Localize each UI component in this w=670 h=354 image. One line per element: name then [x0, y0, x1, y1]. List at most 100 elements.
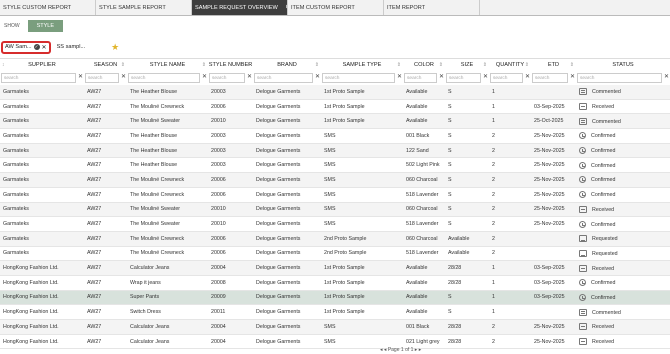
- comment-icon: [579, 117, 587, 125]
- search-input[interactable]: search: [490, 72, 523, 83]
- status-label: Confirmed: [591, 177, 616, 184]
- search-input[interactable]: search: [404, 72, 437, 83]
- star-icon[interactable]: ★: [111, 42, 119, 53]
- col-brand[interactable]: BRAND ⇕: [253, 58, 321, 71]
- clear-icon[interactable]: ✕: [78, 73, 83, 80]
- status-label: Received: [592, 324, 615, 331]
- status-label: Confirmed: [591, 148, 616, 154]
- clear-icon[interactable]: ✕: [439, 73, 444, 80]
- comment-icon: [579, 308, 587, 316]
- table-row[interactable]: Garmateks AW27 The Mouliné Crewneck 20006 De…: [0, 231, 670, 247]
- cell-size: S: [445, 128, 489, 144]
- table-row[interactable]: Garmateks AW27 The Mouliné Sweater 20010 Del…: [0, 113, 670, 130]
- col-size[interactable]: SIZE ⇕: [445, 58, 489, 71]
- cell-sample-type: 1st Proto Sample: [321, 260, 403, 276]
- inbox-icon: [579, 103, 587, 111]
- cell-status: Received: [576, 202, 670, 218]
- search-input[interactable]: search: [85, 72, 119, 83]
- cell-color: Available: [403, 304, 445, 320]
- cell-style-number: 20006: [208, 99, 253, 115]
- cell-supplier: Garmateks: [0, 143, 84, 159]
- col-supplier[interactable]: SUPPLIER ↕: [0, 58, 84, 71]
- search-input[interactable]: search: [446, 72, 481, 83]
- tab-item-report[interactable]: ITEM REPORT: [384, 0, 480, 15]
- cell-sample-type: 1st Proto Sample: [321, 304, 403, 320]
- status-label: Received: [592, 103, 615, 110]
- table-row[interactable]: Garmateks AW27 The Mouliné Crewneck 20006 De…: [0, 246, 670, 262]
- pager: ◂ ◂ Page 1 of 1 ▸ ▸: [380, 347, 421, 353]
- clear-icon[interactable]: ✕: [202, 73, 207, 80]
- clear-icon[interactable]: ✕: [315, 73, 320, 80]
- tab-item-custom-report[interactable]: ITEM CUSTOM REPORT: [288, 0, 384, 15]
- sort-icon: ⇕: [482, 61, 487, 68]
- table-row[interactable]: Garmateks AW27 The Heather Blouse 20003 Delo…: [0, 128, 670, 144]
- pager-total: of 1: [405, 347, 414, 353]
- cell-supplier: Garmateks: [0, 187, 84, 203]
- col-color[interactable]: COLOR ⇕: [403, 58, 445, 71]
- col-sample-type[interactable]: SAMPLE TYPE ⇕: [321, 58, 403, 71]
- search-input[interactable]: search: [322, 72, 395, 83]
- close-icon[interactable]: ✕: [42, 44, 47, 51]
- cell-sample-type: SMS: [321, 157, 403, 174]
- cell-style-number: 20006: [208, 172, 253, 188]
- table-row[interactable]: Garmateks AW27 The Mouliné Sweater 20010 Del…: [0, 216, 670, 232]
- table-row[interactable]: Garmateks AW27 The Heather Blouse 20003 Delo…: [0, 84, 670, 100]
- pager-next-icon[interactable]: ▸ ▸: [415, 347, 421, 353]
- table-row[interactable]: Garmateks AW27 The Mouliné Crewneck 20006 De…: [0, 187, 670, 203]
- search-input[interactable]: search: [1, 72, 76, 83]
- cell-color: 502 Light Pink: [403, 157, 445, 174]
- cell-status: Confirmed: [576, 143, 670, 159]
- saved-filter-tag-ss[interactable]: SS sampl...: [57, 44, 86, 50]
- table-row[interactable]: HongKong Fashion Ltd. AW27 Wrap it jeans 20…: [0, 275, 670, 291]
- col-style-number[interactable]: STYLE NUMBER ⇕: [208, 58, 253, 71]
- clear-icon[interactable]: ✕: [525, 73, 530, 80]
- search-input[interactable]: search: [577, 72, 662, 83]
- filter-cell: search ✕: [127, 71, 208, 85]
- tab-style-custom-report[interactable]: STYLE CUSTOM REPORT: [0, 0, 96, 15]
- cell-brand: Delogue Garments: [253, 187, 321, 203]
- clear-icon[interactable]: ✕: [397, 73, 402, 80]
- col-style-name[interactable]: STYLE NAME ⇕: [127, 58, 208, 71]
- tab-style-sample-report[interactable]: STYLE SAMPLE REPORT: [96, 0, 192, 15]
- col-etd[interactable]: ETD ⇕: [531, 58, 576, 71]
- sort-icon: ⇕: [120, 61, 125, 68]
- table-row[interactable]: HongKong Fashion Ltd. AW27 Calculator Jean…: [0, 319, 670, 335]
- pager-prev-icon[interactable]: ◂ ◂: [380, 347, 386, 353]
- filter-cell: search ✕: [0, 71, 84, 85]
- saved-filter-tag-aw[interactable]: AW Sam... ✓ ✕: [1, 40, 51, 54]
- table-row[interactable]: Garmateks AW27 The Heather Blouse 20003 Delo…: [0, 143, 670, 159]
- col-season[interactable]: SEASON ⇕: [84, 58, 127, 71]
- style-toggle-button[interactable]: STYLE: [27, 20, 63, 32]
- clear-icon[interactable]: ✕: [570, 73, 575, 80]
- cell-season: AW27: [84, 187, 127, 203]
- cell-sample-type: 1st Proto Sample: [321, 99, 403, 115]
- cell-brand: Delogue Garments: [253, 172, 321, 188]
- cell-season: AW27: [84, 157, 127, 174]
- cell-style-number: 20010: [208, 113, 253, 130]
- clear-icon[interactable]: ✕: [247, 73, 252, 80]
- col-quantity[interactable]: QUANTITY ⇕: [489, 58, 531, 71]
- table-row[interactable]: Garmateks AW27 The Mouliné Sweater 20010 Del…: [0, 202, 670, 218]
- table-row[interactable]: Garmateks AW27 The Mouliné Crewneck 20006 De…: [0, 99, 670, 115]
- cell-status: Commented: [576, 304, 670, 320]
- table-row[interactable]: Garmateks AW27 The Heather Blouse 20003 Delo…: [0, 157, 670, 174]
- clear-icon[interactable]: ✕: [121, 73, 126, 80]
- cell-season: AW27: [84, 304, 127, 320]
- search-input[interactable]: search: [532, 72, 568, 83]
- pager-label: Page: [387, 347, 400, 353]
- table-row[interactable]: Garmateks AW27 The Mouliné Crewneck 20006 De…: [0, 172, 670, 188]
- search-input[interactable]: search: [209, 72, 245, 83]
- clear-icon[interactable]: ✕: [483, 73, 488, 80]
- table-row[interactable]: HongKong Fashion Ltd. AW27 Super Pants 2000…: [0, 290, 670, 306]
- table-row[interactable]: HongKong Fashion Ltd. AW27 Calculator Jean…: [0, 334, 670, 350]
- cell-style-number: 20010: [208, 202, 253, 218]
- tab-sample-request-overview[interactable]: SAMPLE REQUEST OVERVIEW⟳: [192, 0, 288, 15]
- clear-icon[interactable]: ✕: [664, 73, 669, 80]
- table-row[interactable]: HongKong Fashion Ltd. AW27 Switch Dress 200…: [0, 304, 670, 320]
- search-input[interactable]: search: [128, 72, 200, 83]
- table-row[interactable]: HongKong Fashion Ltd. AW27 Calculator Jean…: [0, 260, 670, 276]
- cell-brand: Delogue Garments: [253, 275, 321, 291]
- search-input[interactable]: search: [254, 72, 313, 83]
- pager-current[interactable]: 1: [401, 347, 404, 353]
- col-status[interactable]: STATUS: [576, 58, 670, 71]
